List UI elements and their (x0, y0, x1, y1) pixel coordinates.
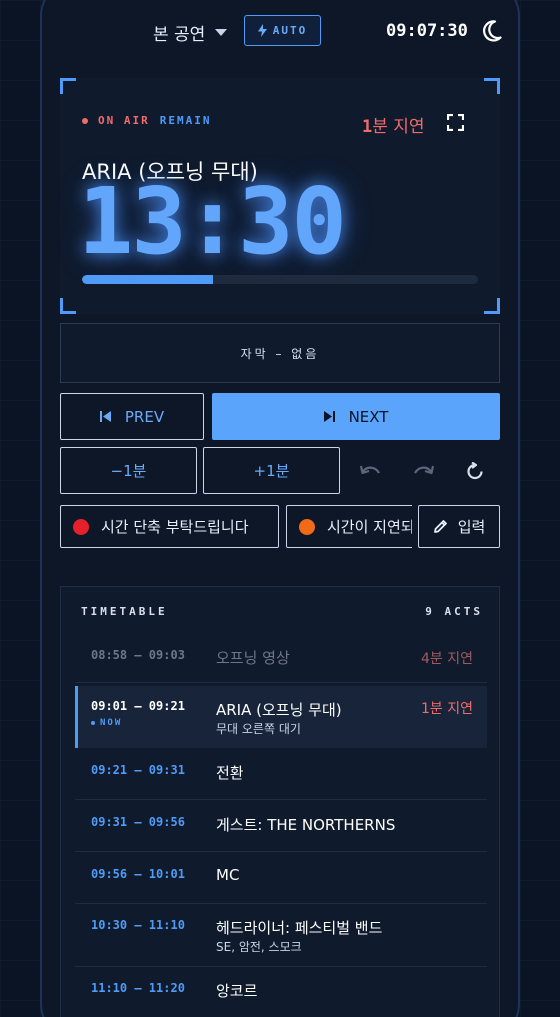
chevron-down-icon (215, 29, 228, 36)
refresh-icon (467, 462, 483, 480)
current-clock: 09:07:30 (386, 21, 468, 41)
timetable-panel: TIMETABLE 9 ACTS 08:58 – 09:03 오프닝 영상 4분… (60, 586, 500, 1017)
timetable-row[interactable]: 08:58 – 09:03 오프닝 영상 4분 지연 (75, 631, 487, 683)
timetable-row-note: SE, 암전, 스모크 (216, 940, 302, 954)
timetable-row-name: 전환 (216, 764, 244, 782)
orange-dot-icon (299, 518, 315, 535)
plus-minute-button[interactable]: +1분 (203, 447, 340, 494)
reset-button[interactable] (462, 458, 488, 484)
lightning-icon (257, 24, 267, 37)
top-bar: 본 공연 AUTO 09:07:30 (40, 12, 520, 50)
on-air-label: ON AIR (98, 114, 150, 127)
timetable-row-time: 08:58 – 09:03 (91, 648, 185, 662)
remaining-time: 13:30 (78, 168, 347, 275)
quick-message-strip: 시간 단축 부탁드립니다 시간이 지연되고 있습니다 (60, 505, 412, 548)
now-badge: NOW (91, 718, 122, 728)
timetable-row-time: 10:30 – 11:10 (91, 918, 185, 932)
act-progress-bar (82, 275, 478, 284)
timetable-row-name: 앙코르 (216, 982, 258, 1000)
timetable-row-time: 11:10 – 11:20 (91, 981, 185, 995)
show-selector[interactable]: 본 공연 (153, 20, 228, 45)
timetable-row[interactable]: 09:56 – 10:01 MC (75, 852, 487, 904)
auto-label: AUTO (272, 24, 308, 37)
timetable-title: TIMETABLE (81, 605, 168, 618)
act-progress-fill (82, 275, 213, 284)
frame-corner (60, 298, 76, 314)
timetable-row-time: 09:56 – 10:01 (91, 867, 185, 881)
prev-label: PREV (124, 407, 165, 426)
live-dot-icon (82, 117, 88, 124)
timetable-row-delay: 4분 지연 (421, 651, 473, 667)
current-delay-text: 분 지연 (372, 117, 425, 137)
timetable-row-name: 헤드라이너: 페스티벌 밴드 (216, 919, 383, 937)
prev-button[interactable]: PREV (60, 393, 204, 440)
timetable-row-delay: 1분 지연 (421, 701, 473, 717)
quick-message-label: 시간이 지연되고 있습니다 (327, 518, 412, 536)
timetable-row-note: 무대 오른쪽 대기 (216, 722, 301, 736)
frame-corner (60, 78, 76, 94)
custom-message-label: 입력 (457, 518, 486, 536)
timetable-row-name: ARIA (오프닝 무대) (216, 701, 342, 719)
minus-minute-button[interactable]: −1분 (60, 447, 197, 494)
quick-message-chip[interactable]: 시간 단축 부탁드립니다 (60, 505, 279, 548)
pencil-icon (433, 520, 447, 533)
timetable-row[interactable]: 10:30 – 11:10 헤드라이너: 페스티벌 밴드 SE, 암전, 스모크 (75, 904, 487, 967)
redo-button[interactable] (410, 458, 436, 484)
auto-toggle-button[interactable]: AUTO (244, 15, 321, 46)
frame-corner (484, 78, 500, 94)
timetable-row-time: 09:01 – 09:21 (91, 699, 185, 713)
skip-back-icon (99, 411, 111, 422)
show-selector-label: 본 공연 (153, 25, 206, 45)
current-delay: 1분 지연 (362, 112, 425, 137)
frame-corner (484, 298, 500, 314)
next-label: NEXT (348, 407, 389, 426)
fullscreen-icon[interactable] (447, 114, 464, 131)
timetable-row[interactable]: 09:31 – 09:56 게스트: THE NORTHERNS (75, 800, 487, 852)
current-act-panel: ON AIR REMAIN 1분 지연 ARIA (오프닝 무대) 13:30 (60, 78, 500, 314)
remain-label: REMAIN (159, 114, 212, 127)
red-dot-icon (73, 518, 89, 535)
skip-forward-icon (323, 411, 335, 422)
quick-message-label: 시간 단축 부탁드립니다 (101, 518, 249, 536)
subtitle-display: 자막 – 없음 (60, 323, 500, 383)
quick-message-chip[interactable]: 시간이 지연되고 있습니다 (286, 505, 412, 548)
undo-button[interactable] (358, 458, 384, 484)
now-label: NOW (100, 718, 123, 728)
moon-icon[interactable] (482, 20, 502, 42)
timetable-row-name: 게스트: THE NORTHERNS (216, 816, 396, 834)
timetable-row[interactable]: 09:21 – 09:31 전환 (75, 748, 487, 800)
timetable-header: TIMETABLE 9 ACTS (81, 605, 483, 618)
timetable-row[interactable]: 11:10 – 11:20 앙코르 (75, 967, 487, 1017)
timetable-row-current[interactable]: 09:01 – 09:21 NOW ARIA (오프닝 무대) 무대 오른쪽 대… (75, 686, 487, 748)
timetable-row-time: 09:31 – 09:56 (91, 815, 185, 829)
on-air-status: ON AIR REMAIN (82, 114, 212, 127)
now-dot-icon (91, 721, 95, 725)
next-button[interactable]: NEXT (212, 393, 500, 440)
custom-message-button[interactable]: 입력 (418, 505, 500, 548)
timetable-row-time: 09:21 – 09:31 (91, 763, 185, 777)
current-delay-number: 1 (362, 117, 373, 137)
redo-icon (414, 465, 434, 475)
timetable-row-name: MC (216, 866, 240, 884)
undo-icon (360, 465, 380, 475)
timetable-act-count: 9 ACTS (425, 605, 483, 618)
timetable-row-name: 오프닝 영상 (216, 649, 290, 667)
